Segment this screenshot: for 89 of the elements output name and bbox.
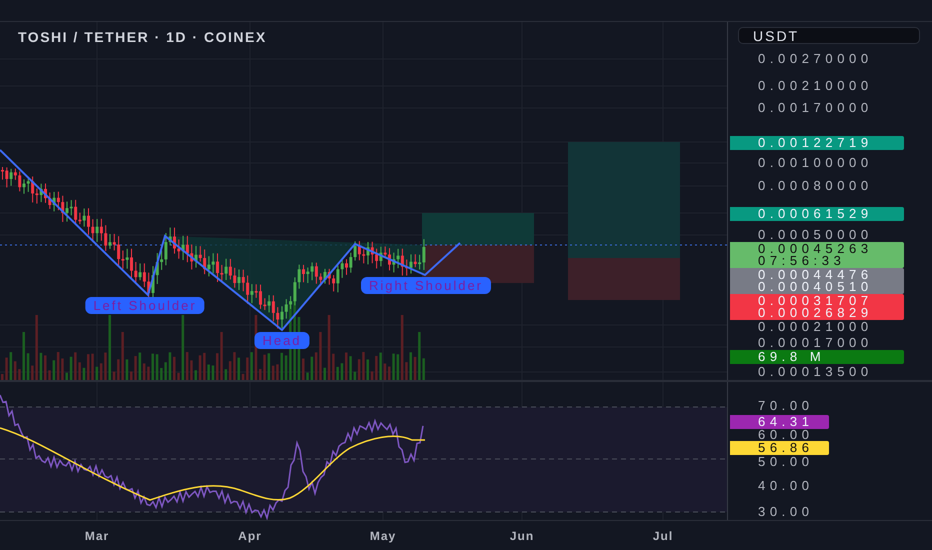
volume-bar xyxy=(112,372,116,380)
volume-bar xyxy=(319,332,322,380)
volume-bar xyxy=(238,358,240,380)
axis-label: 30.00 xyxy=(758,506,814,518)
volume-bar xyxy=(134,356,137,380)
time-axis-label: May xyxy=(370,529,396,543)
volume-bar xyxy=(87,354,90,380)
volume-bar xyxy=(156,354,158,380)
chart-title: TOSHI / TETHER · 1D · COINEX xyxy=(18,29,267,45)
volume-bar xyxy=(190,360,193,380)
axis-label: 0.00270000 xyxy=(758,53,873,65)
volume-bar xyxy=(1,374,4,380)
axis-label: 50.00 xyxy=(758,456,814,468)
volume-bar xyxy=(70,356,72,380)
volume-bar xyxy=(410,352,412,380)
volume-bar xyxy=(388,366,390,380)
volume-bar xyxy=(130,371,132,380)
volume-bar xyxy=(384,364,386,380)
volume-bar xyxy=(173,356,176,380)
axis-label: 0.00100000 xyxy=(758,157,873,169)
volume-bar xyxy=(362,352,365,380)
time-axis-label: Mar xyxy=(84,529,110,543)
time-axis-label: Apr xyxy=(238,529,262,543)
volume-bar xyxy=(66,372,68,380)
volume-bar xyxy=(302,358,304,380)
pattern-label: Right Shoulder xyxy=(361,277,491,294)
volume-bar xyxy=(306,372,309,380)
volume-bar xyxy=(82,368,86,380)
price-badge: 0.00044476 0.00040510 xyxy=(730,268,904,294)
volume-bar xyxy=(340,363,344,380)
price-badge: 56.86 xyxy=(730,441,829,455)
volume-bar xyxy=(280,352,283,380)
currency-label[interactable]: USDT xyxy=(738,27,920,44)
volume-bar xyxy=(276,364,279,380)
volume-bar xyxy=(40,352,42,380)
volume-bar xyxy=(48,370,51,380)
price-badge: 0.00061529 xyxy=(730,207,904,221)
volume-bar xyxy=(91,354,94,380)
axis-label: 40.00 xyxy=(758,480,814,492)
price-badge: 0.00031707 0.00026829 xyxy=(730,294,904,320)
price-badge: 69.8 M xyxy=(730,350,904,364)
volume-bar xyxy=(324,368,326,380)
volume-bar xyxy=(108,315,111,380)
volume-bar xyxy=(126,359,128,380)
pattern-label: Left Shoulder xyxy=(85,297,205,314)
volume-bar xyxy=(194,370,197,380)
volume-bar xyxy=(263,354,266,380)
axis-label: 0.00210000 xyxy=(758,80,873,92)
volume-bar xyxy=(44,355,46,380)
volume-bar xyxy=(177,372,180,380)
volume-bar xyxy=(405,362,408,380)
volume-bar xyxy=(349,356,352,380)
volume-bar xyxy=(284,355,288,380)
axis-label: 0.00021000 xyxy=(758,321,873,333)
volume-bar xyxy=(152,354,154,380)
volume-bar xyxy=(22,332,25,380)
price-badge: 0.00122719 xyxy=(730,136,904,150)
volume-bar xyxy=(328,315,330,380)
time-axis-label: Jun xyxy=(510,529,534,543)
volume-bar xyxy=(147,366,150,380)
volume-bar xyxy=(366,359,369,380)
axis-label: 60.00 xyxy=(758,429,814,441)
volume-bar xyxy=(233,352,236,380)
volume-bar xyxy=(104,352,107,380)
volume-bar xyxy=(198,355,202,380)
volume-bar xyxy=(212,365,214,380)
axis-label: 0.00170000 xyxy=(758,102,873,114)
volume-bar xyxy=(242,374,244,380)
price-badge: 64.31 xyxy=(730,415,829,429)
price-badge: 0.00045263 07:56:33 xyxy=(730,242,904,268)
volume-bar xyxy=(392,354,395,380)
volume-bar xyxy=(414,356,416,380)
volume-bar xyxy=(370,371,374,380)
volume-bar xyxy=(259,368,262,380)
volume-bar xyxy=(26,353,30,380)
axis-label: 0.00080000 xyxy=(758,180,873,192)
volume-bar xyxy=(5,358,8,380)
volume-bar xyxy=(220,332,223,380)
volume-bar xyxy=(216,353,218,380)
time-axis-label: Jul xyxy=(652,529,674,543)
axis-label: 70.00 xyxy=(758,400,814,412)
volume-bar xyxy=(168,352,172,380)
volume-bar xyxy=(345,352,348,380)
axis-label: 0.00017000 xyxy=(758,337,873,349)
volume-bar xyxy=(61,358,64,380)
pattern-label: Head xyxy=(254,332,310,349)
axis-label: 0.00013500 xyxy=(758,366,873,378)
volume-bar xyxy=(18,369,21,380)
axis-label: 0.00050000 xyxy=(758,229,873,241)
